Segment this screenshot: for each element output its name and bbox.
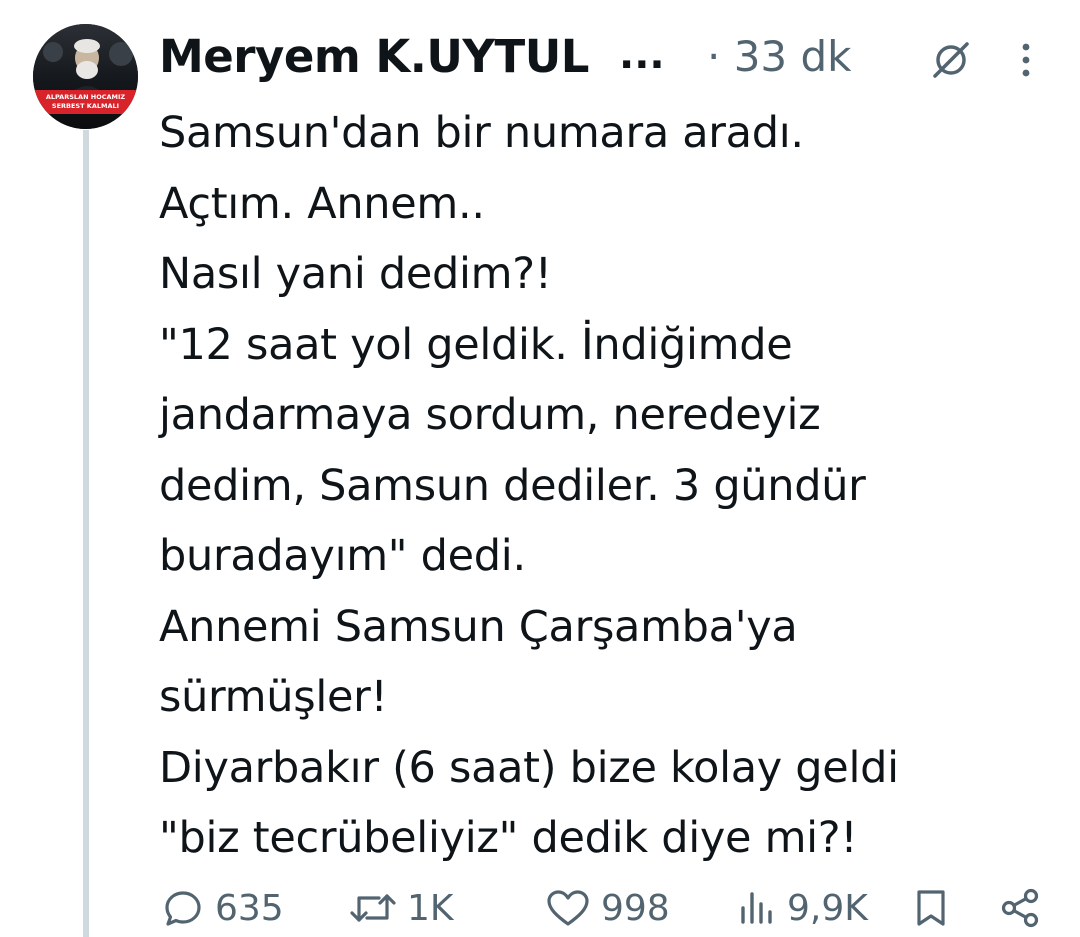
tweet[interactable]: ALPARSLAN HOCAMIZ SERBEST KALMALI Meryem… xyxy=(0,0,1080,937)
tweet-text-line: "biz tecrübeliyiz" dedik diye mi?! xyxy=(159,813,858,863)
avatar-image: ALPARSLAN HOCAMIZ SERBEST KALMALI xyxy=(33,24,138,129)
tweet-text-line: sürmüşler! xyxy=(159,672,388,722)
avatar-text-line2: SERBEST KALMALI xyxy=(52,102,119,110)
author-name[interactable]: Meryem K.UYTUL xyxy=(159,30,589,83)
like-button[interactable]: 998 xyxy=(545,880,670,936)
more-icon[interactable] xyxy=(1009,38,1043,82)
tweet-text-line: jandarmaya sordum, neredeyiz xyxy=(159,390,821,440)
like-count: 998 xyxy=(601,887,670,929)
tweet-time[interactable]: · 33 dk xyxy=(707,32,851,81)
share-icon xyxy=(1001,888,1039,928)
tweet-text-line: Samsun'dan bir numara aradı. xyxy=(159,108,804,158)
reply-count: 635 xyxy=(215,887,284,929)
tweet-text-line: buradayım" dedi. xyxy=(159,531,526,581)
avatar[interactable]: ALPARSLAN HOCAMIZ SERBEST KALMALI xyxy=(33,24,138,129)
reply-icon xyxy=(165,891,201,926)
avatar-text-line1: ALPARSLAN HOCAMIZ xyxy=(46,93,126,101)
share-button[interactable] xyxy=(997,880,1043,936)
views-count: 9,9K xyxy=(787,887,868,929)
action-bar: 635 1K 998 9,9K xyxy=(159,880,1059,936)
heart-icon xyxy=(547,890,589,926)
bookmark-icon xyxy=(917,890,945,926)
reply-button[interactable]: 635 xyxy=(161,880,284,936)
tweet-text-line: "12 saat yol geldik. İndiğimde xyxy=(159,319,793,370)
thread-line xyxy=(83,130,89,937)
repost-icon xyxy=(350,894,396,922)
tweet-header: Meryem K.UYTUL ... · 33 dk xyxy=(159,28,1059,88)
bookmark-button[interactable] xyxy=(911,880,951,936)
tweet-text-line: Nasıl yani dedim?! xyxy=(159,249,552,299)
repost-count: 1K xyxy=(407,887,454,929)
tweet-text: Samsun'dan bir numara aradı. Açtım. Anne… xyxy=(159,98,1059,874)
repost-button[interactable]: 1K xyxy=(349,880,454,936)
tweet-text-line: Açtım. Annem.. xyxy=(159,178,485,229)
tweet-text-line: Annemi Samsun Çarşamba'ya xyxy=(159,601,798,652)
tweet-text-line: Diyarbakır (6 saat) bize kolay geldi xyxy=(159,742,899,793)
author-name-truncation: ... xyxy=(619,32,665,78)
grok-icon[interactable] xyxy=(929,38,973,82)
views-icon xyxy=(741,892,772,924)
tweet-text-line: dedim, Samsun dediler. 3 gündür xyxy=(159,460,866,511)
views-button[interactable]: 9,9K xyxy=(737,880,868,936)
